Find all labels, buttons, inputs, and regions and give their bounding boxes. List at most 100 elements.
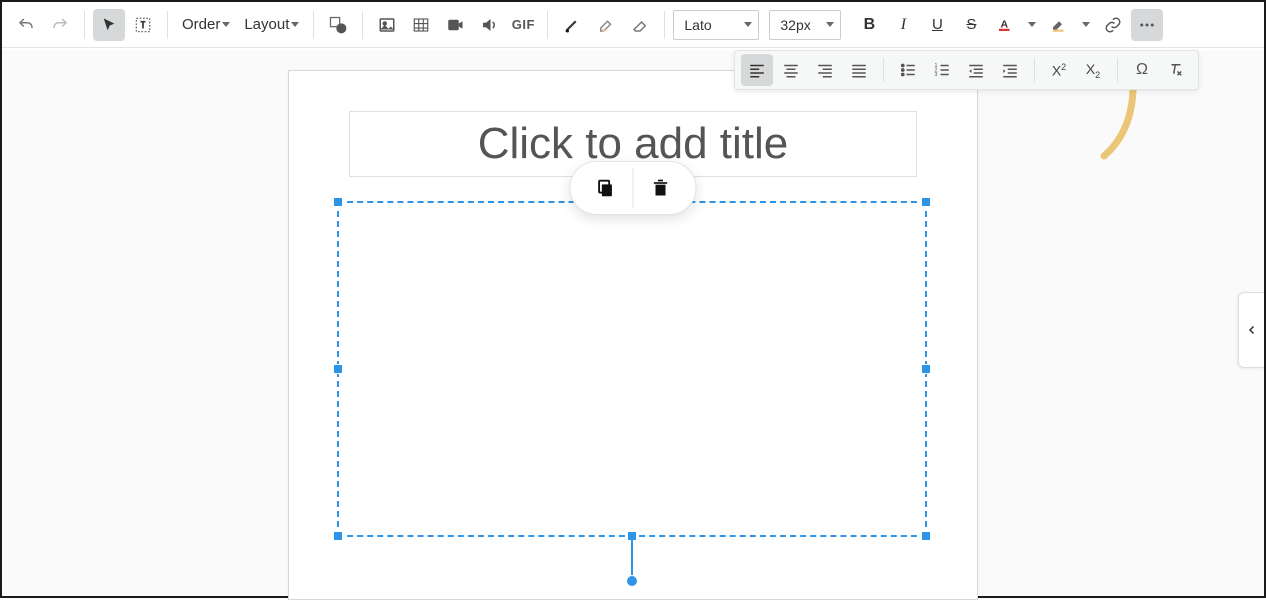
image-crop-icon — [412, 16, 430, 34]
subscript-button[interactable]: X2 — [1077, 54, 1109, 86]
italic-icon: I — [901, 16, 906, 34]
cursor-icon — [101, 17, 117, 33]
indent-icon — [1001, 61, 1019, 79]
indent-button[interactable] — [994, 54, 1026, 86]
layout-label: Layout — [244, 16, 289, 33]
caret-icon — [826, 22, 834, 27]
special-char-icon: Ω — [1136, 61, 1148, 79]
text-tool-button[interactable] — [127, 9, 159, 41]
rotation-stem — [631, 535, 633, 579]
shape-icon — [328, 15, 348, 35]
gif-label: GIF — [512, 17, 535, 32]
text-color-icon: A — [996, 16, 1014, 34]
select-tool-button[interactable] — [93, 9, 125, 41]
slide[interactable]: Click to add title — [288, 70, 978, 600]
bold-button[interactable]: B — [853, 9, 885, 41]
underline-button[interactable]: U — [921, 9, 953, 41]
resize-handle-ml[interactable] — [333, 364, 343, 374]
undo-button[interactable] — [10, 9, 42, 41]
canvas-area[interactable]: Click to add title — [2, 50, 1264, 596]
align-justify-icon — [850, 61, 868, 79]
chevron-left-icon — [1246, 323, 1258, 337]
caret-icon — [744, 22, 752, 27]
strike-icon: S — [966, 16, 976, 33]
eraser-small-icon — [597, 16, 615, 34]
highlighter-button[interactable] — [590, 9, 622, 41]
align-right-button[interactable] — [809, 54, 841, 86]
gif-button[interactable]: GIF — [507, 9, 539, 41]
resize-handle-tr[interactable] — [921, 197, 931, 207]
bullet-list-icon — [899, 61, 917, 79]
pen-button[interactable] — [556, 9, 588, 41]
audio-icon — [480, 16, 498, 34]
resize-handle-tl[interactable] — [333, 197, 343, 207]
separator — [1117, 58, 1118, 82]
clear-format-button[interactable] — [1160, 54, 1192, 86]
clear-format-icon — [1167, 61, 1185, 79]
separator — [883, 58, 884, 82]
highlight-icon — [1050, 16, 1068, 34]
link-button[interactable] — [1097, 9, 1129, 41]
audio-button[interactable] — [473, 9, 505, 41]
align-center-button[interactable] — [775, 54, 807, 86]
caret-icon — [1028, 22, 1036, 27]
redo-icon — [51, 16, 69, 34]
strike-button[interactable]: S — [955, 9, 987, 41]
special-char-button[interactable]: Ω — [1126, 54, 1158, 86]
font-family-select[interactable]: Lato — [673, 10, 759, 40]
highlight-color-caret-button[interactable] — [1077, 9, 1095, 41]
superscript-icon: X2 — [1052, 62, 1066, 79]
align-justify-button[interactable] — [843, 54, 875, 86]
italic-button[interactable]: I — [887, 9, 919, 41]
text-cursor-icon — [133, 15, 153, 35]
number-list-button[interactable]: 123 — [926, 54, 958, 86]
more-icon — [1138, 16, 1156, 34]
eraser-large-icon — [631, 16, 649, 34]
resize-handle-br[interactable] — [921, 531, 931, 541]
font-size-select[interactable]: 32px — [769, 10, 841, 40]
caret-icon — [291, 22, 299, 27]
trash-icon — [651, 177, 671, 199]
secondary-toolbar: 123 X2 X2 Ω — [734, 50, 1199, 90]
image-crop-button[interactable] — [405, 9, 437, 41]
shape-button[interactable] — [322, 9, 354, 41]
video-button[interactable] — [439, 9, 471, 41]
more-button[interactable] — [1131, 9, 1163, 41]
redo-button[interactable] — [44, 9, 76, 41]
rotation-handle[interactable] — [626, 575, 638, 587]
outdent-icon — [967, 61, 985, 79]
caret-icon — [1082, 22, 1090, 27]
bullet-list-button[interactable] — [892, 54, 924, 86]
pen-icon — [563, 16, 581, 34]
separator — [1034, 58, 1035, 82]
highlight-color-button[interactable] — [1043, 9, 1075, 41]
separator — [547, 11, 548, 39]
layout-dropdown[interactable]: Layout — [238, 9, 305, 41]
resize-handle-mr[interactable] — [921, 364, 931, 374]
copy-button[interactable] — [579, 168, 633, 208]
copy-icon — [595, 177, 617, 199]
delete-button[interactable] — [634, 168, 688, 208]
align-right-icon — [816, 61, 834, 79]
main-toolbar: Order Layout GIF — [2, 2, 1264, 48]
caret-icon — [222, 22, 230, 27]
font-size-value: 32px — [780, 17, 810, 33]
separator — [362, 11, 363, 39]
separator — [84, 11, 85, 39]
panel-collapse-tab[interactable] — [1238, 292, 1264, 368]
subscript-icon: X2 — [1086, 61, 1100, 80]
resize-handle-bl[interactable] — [333, 531, 343, 541]
undo-icon — [17, 16, 35, 34]
content-selection-box[interactable] — [337, 201, 927, 537]
text-color-caret-button[interactable] — [1023, 9, 1041, 41]
eraser-button[interactable] — [624, 9, 656, 41]
align-left-button[interactable] — [741, 54, 773, 86]
number-list-icon: 123 — [933, 61, 951, 79]
video-icon — [446, 16, 464, 34]
outdent-button[interactable] — [960, 54, 992, 86]
image-button[interactable] — [371, 9, 403, 41]
order-label: Order — [182, 16, 220, 33]
text-color-button[interactable]: A — [989, 9, 1021, 41]
order-dropdown[interactable]: Order — [176, 9, 236, 41]
superscript-button[interactable]: X2 — [1043, 54, 1075, 86]
